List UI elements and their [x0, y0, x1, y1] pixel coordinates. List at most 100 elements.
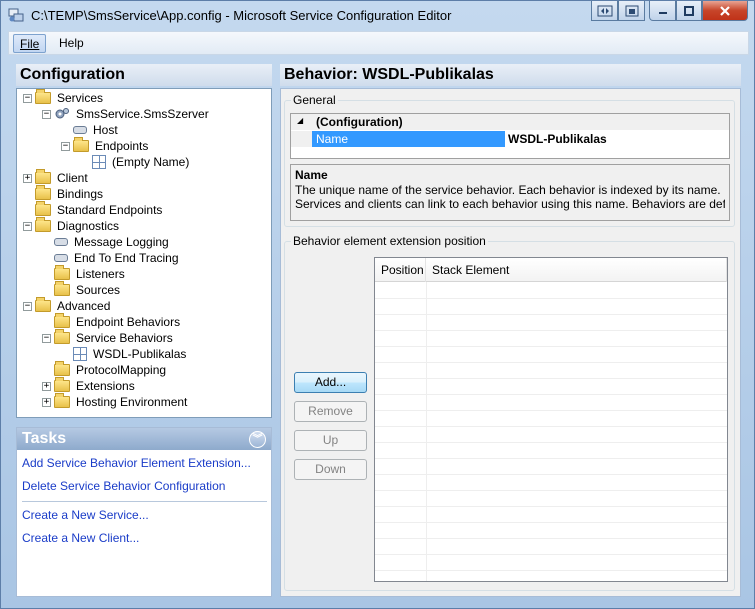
folder-icon: [54, 265, 70, 280]
collapse-icon[interactable]: −: [23, 301, 32, 311]
collapse-tasks-icon[interactable]: ︾: [249, 431, 266, 448]
description-line-2: Services and clients can link to each be…: [295, 197, 725, 211]
tree-item-label: ProtocolMapping: [76, 363, 167, 377]
collapse-icon[interactable]: −: [42, 109, 51, 119]
grid-line: [375, 458, 727, 459]
grid-line: [375, 394, 727, 395]
expand-icon[interactable]: +: [23, 173, 32, 183]
tree-item[interactable]: − Services: [23, 89, 105, 106]
expand-icon[interactable]: +: [42, 381, 51, 391]
menu-file-label: File: [20, 37, 40, 51]
tasks-separator: [22, 501, 267, 502]
property-category-label: (Configuration): [316, 115, 403, 129]
property-name[interactable]: Name: [312, 131, 505, 147]
up-button[interactable]: Up: [294, 430, 367, 451]
grid-line: [375, 538, 727, 539]
tree-item-label: SmsService.SmsSzerver: [76, 107, 209, 121]
tree-item[interactable]: Host: [61, 122, 120, 138]
tree-item-label: Endpoints: [95, 139, 149, 153]
tree-item[interactable]: ProtocolMapping: [42, 361, 168, 378]
task-add-extension[interactable]: Add Service Behavior Element Extension..…: [22, 456, 251, 470]
collapse-icon[interactable]: −: [61, 141, 70, 151]
close-button[interactable]: [702, 1, 748, 21]
grid-line: [375, 522, 727, 523]
service-gear-icon: [54, 107, 70, 121]
collapse-icon[interactable]: −: [23, 93, 32, 103]
folder-icon: [54, 393, 70, 408]
folder-icon: [54, 281, 70, 296]
grid-line: [375, 410, 727, 411]
tree-item-label: Sources: [76, 283, 121, 297]
task-create-service[interactable]: Create a New Service...: [22, 508, 149, 522]
restore-small-button[interactable]: [618, 1, 645, 21]
tree-item[interactable]: − Diagnostics: [23, 217, 121, 234]
grid-line: [375, 314, 727, 315]
tree-item-label: Bindings: [57, 187, 104, 201]
task-create-client[interactable]: Create a New Client...: [22, 531, 139, 545]
system-menu-button[interactable]: [591, 1, 618, 21]
tree-item[interactable]: Endpoint Behaviors: [42, 313, 182, 330]
window-icon: [625, 5, 638, 16]
tree-item[interactable]: Message Logging: [42, 234, 171, 250]
tree-item-label: Diagnostics: [57, 219, 120, 233]
remove-button[interactable]: Remove: [294, 401, 367, 422]
window-title: C:\TEMP\SmsService\App.config - Microsof…: [31, 8, 452, 23]
tree-item[interactable]: − SmsService.SmsSzerver: [42, 106, 211, 122]
column-divider: [426, 282, 427, 581]
tree-item[interactable]: − Service Behaviors: [42, 329, 175, 346]
folder-icon: [35, 89, 51, 104]
property-value[interactable]: WSDL-Publikalas: [506, 131, 607, 147]
tree-item[interactable]: Sources: [42, 281, 122, 298]
property-description: Name The unique name of the service beha…: [290, 164, 730, 221]
tree-item[interactable]: WSDL-Publikalas: [61, 346, 188, 362]
tree-item-label: WSDL-Publikalas: [93, 347, 187, 361]
tree-item[interactable]: + Extensions: [42, 377, 137, 394]
title-bar: C:\TEMP\SmsService\App.config - Microsof…: [1, 1, 754, 29]
tree-item[interactable]: − Advanced: [23, 297, 112, 314]
property-grid[interactable]: ◢ (Configuration) Name WSDL-Publikalas: [290, 113, 730, 159]
tree-item-label: End To End Tracing: [74, 251, 179, 265]
tree-item[interactable]: Listeners: [42, 265, 127, 282]
property-gutter: [291, 131, 312, 147]
column-position[interactable]: Position: [375, 258, 426, 282]
tree-item[interactable]: + Client: [23, 169, 90, 186]
setting-icon: [54, 254, 68, 262]
collapse-triangle-icon[interactable]: ◢: [297, 116, 303, 125]
configuration-tree[interactable]: − Services − SmsService.SmsSzerver Host − Endp…: [16, 88, 272, 418]
menu-help[interactable]: Help: [53, 34, 90, 53]
tree-item[interactable]: End To End Tracing: [42, 250, 181, 266]
grid-line: [375, 490, 727, 491]
expand-icon[interactable]: +: [42, 397, 51, 407]
tree-item-label: Advanced: [57, 299, 111, 313]
property-row-name[interactable]: Name WSDL-Publikalas: [291, 131, 729, 147]
collapse-icon[interactable]: −: [42, 333, 51, 343]
add-button[interactable]: Add...: [294, 372, 367, 393]
collapse-icon[interactable]: −: [23, 221, 32, 231]
grid-line: [375, 474, 727, 475]
column-stack-element[interactable]: Stack Element: [426, 258, 727, 282]
maximize-button[interactable]: [676, 1, 702, 21]
minimize-button[interactable]: [649, 1, 676, 21]
grid-line: [375, 330, 727, 331]
down-button[interactable]: Down: [294, 459, 367, 480]
extension-list[interactable]: Position Stack Element: [374, 257, 728, 582]
menu-file[interactable]: File: [13, 34, 47, 53]
tree-item-label: Host: [93, 123, 118, 137]
minimize-icon: [658, 11, 667, 14]
grid-line: [375, 298, 727, 299]
tree-item[interactable]: Bindings: [23, 185, 105, 202]
tree-item-label: Extensions: [76, 379, 135, 393]
tree-item[interactable]: + Hosting Environment: [42, 393, 189, 410]
task-delete-configuration[interactable]: Delete Service Behavior Configuration: [22, 479, 225, 493]
tree-item-label: Service Behaviors: [76, 331, 173, 345]
tree-item[interactable]: (Empty Name): [80, 154, 191, 170]
grid-line: [375, 426, 727, 427]
property-category[interactable]: ◢ (Configuration): [291, 114, 729, 130]
tree-item[interactable]: Standard Endpoints: [23, 201, 164, 218]
extension-group-title: Behavior element extension position: [291, 234, 488, 248]
folder-icon: [73, 137, 89, 152]
tree-item[interactable]: − Endpoints: [61, 137, 150, 154]
app-window: C:\TEMP\SmsService\App.config - Microsof…: [0, 0, 755, 609]
folder-icon: [35, 297, 51, 312]
grid-line: [375, 442, 727, 443]
